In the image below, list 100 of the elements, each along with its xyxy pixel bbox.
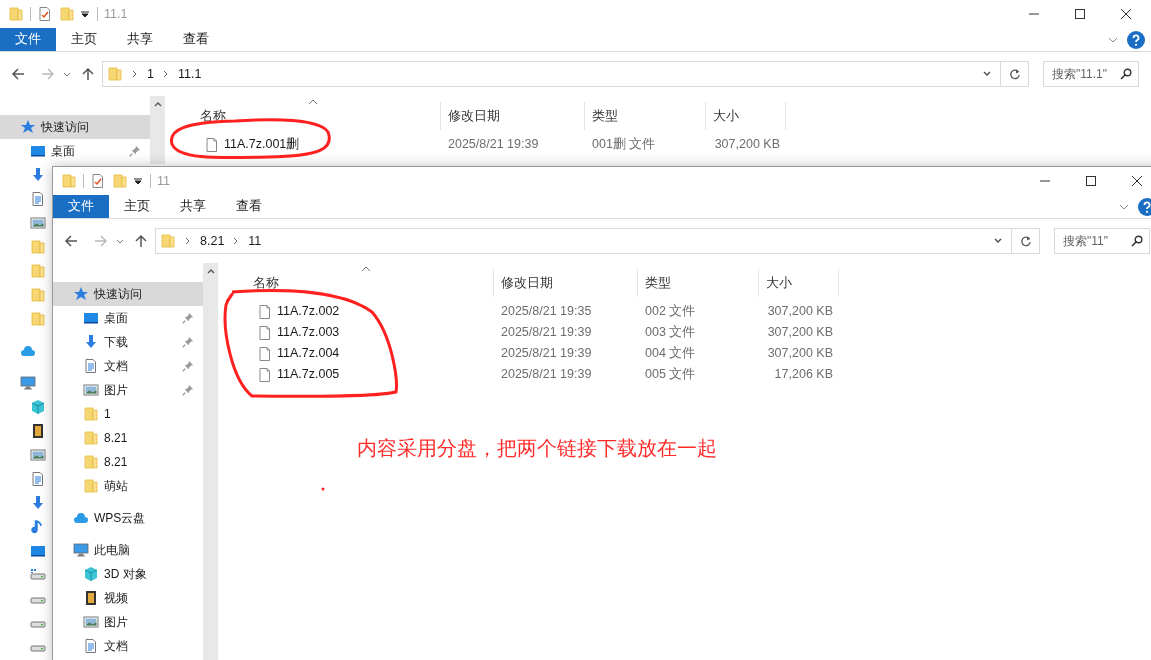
breadcrumb[interactable]: 11 <box>248 231 262 251</box>
refresh-icon <box>1019 235 1032 247</box>
sidebar-item[interactable]: 文档 <box>53 354 203 378</box>
refresh-button[interactable] <box>1012 228 1040 254</box>
help-icon[interactable] <box>1127 30 1145 49</box>
desktop-icon <box>30 543 46 559</box>
modified-date: 2025/8/21 19:35 <box>500 303 593 321</box>
document-icon <box>30 191 46 207</box>
file-icon <box>257 303 273 320</box>
desktop-icon <box>30 143 46 159</box>
modified-date: 2025/8/21 19:39 <box>500 366 593 384</box>
address-bar[interactable]: 8.21 11 <box>155 228 1012 254</box>
help-icon[interactable] <box>1138 197 1151 216</box>
film-icon <box>83 590 99 606</box>
scrollbar[interactable] <box>150 96 165 164</box>
sidebar-item[interactable]: 文档 <box>53 634 203 658</box>
sidebar-item[interactable]: 此电脑 <box>53 538 203 562</box>
file-name[interactable]: 11A.7z.005 <box>233 365 494 384</box>
folder-icon <box>83 430 99 446</box>
column-header[interactable]: 类型 <box>585 102 706 130</box>
file-size: 307,200 KB <box>766 345 834 363</box>
ribbon-tab[interactable]: 共享 <box>112 28 168 51</box>
monitor-icon <box>73 542 89 558</box>
close-icon <box>1132 176 1142 186</box>
sidebar-item[interactable]: 1 <box>53 402 203 426</box>
search-icon <box>1131 235 1143 247</box>
folder-icon <box>112 173 128 189</box>
sort-caret-icon[interactable] <box>361 266 371 272</box>
address-bar[interactable]: 1 11.1 <box>102 61 1001 87</box>
folder-icon <box>59 6 75 22</box>
file-name[interactable]: 11A.7z.001删 <box>180 135 441 154</box>
sidebar-item[interactable]: WPS云盘 <box>53 506 203 530</box>
chevron-icon <box>131 70 139 78</box>
folder-icon <box>30 311 46 327</box>
sidebar-item[interactable]: 视频 <box>53 586 203 610</box>
sidebar-item[interactable]: 8.21 <box>53 450 203 474</box>
sidebar-item[interactable]: 图片 <box>53 378 203 402</box>
close-icon <box>1121 9 1131 19</box>
sidebar-item[interactable]: 图片 <box>53 610 203 634</box>
column-header[interactable]: 名称 <box>180 102 441 130</box>
column-header[interactable]: 大小 <box>706 102 786 130</box>
drive-icon <box>30 567 46 583</box>
ribbon-tab[interactable]: 主页 <box>109 195 165 218</box>
sidebar-item[interactable]: 快速访问 <box>53 282 203 306</box>
picture-icon <box>83 382 99 398</box>
ribbon-tab[interactable]: 查看 <box>221 195 277 218</box>
window-title: 11.1 <box>104 5 128 23</box>
file-name[interactable]: 11A.7z.002 <box>233 302 494 321</box>
back-arrow-icon[interactable] <box>10 66 26 82</box>
down-arrow-icon <box>30 167 46 183</box>
sidebar-item[interactable]: 3D 对象 <box>53 562 203 586</box>
document-icon <box>83 358 99 374</box>
cloud-icon <box>20 343 36 359</box>
column-header[interactable]: 名称 <box>233 269 494 297</box>
search-field[interactable]: 搜索"11" <box>1054 228 1150 254</box>
breadcrumb[interactable]: 8.21 <box>200 231 225 251</box>
breadcrumb[interactable]: 1 <box>147 64 154 84</box>
scroll-up-icon <box>153 100 162 108</box>
desktop-icon <box>83 310 99 326</box>
up-arrow-icon[interactable] <box>133 233 149 249</box>
folder-icon <box>30 239 46 255</box>
properties-icon <box>90 173 106 189</box>
sidebar-item[interactable]: 8.21 <box>53 426 203 450</box>
dropdown-icon[interactable] <box>79 8 91 20</box>
column-header[interactable]: 类型 <box>638 269 759 297</box>
search-icon <box>1120 68 1132 80</box>
refresh-button[interactable] <box>1001 61 1029 87</box>
column-header[interactable]: 大小 <box>759 269 839 297</box>
star-icon <box>20 119 36 135</box>
breadcrumb[interactable]: 11.1 <box>177 64 202 84</box>
chevron-icon <box>184 237 192 245</box>
ribbon-tab[interactable]: 查看 <box>168 28 224 51</box>
sort-caret-icon[interactable] <box>308 99 318 105</box>
ribbon-tab[interactable]: 文件 <box>0 28 56 51</box>
film-icon <box>30 423 46 439</box>
back-arrow-icon[interactable] <box>63 233 79 249</box>
sidebar-item[interactable]: 桌面 <box>0 139 150 163</box>
sidebar-item[interactable]: 下载 <box>53 330 203 354</box>
document-icon <box>83 638 99 654</box>
dropdown-icon[interactable] <box>132 175 144 187</box>
sidebar-item[interactable]: 快速访问 <box>0 115 150 139</box>
sidebar-item[interactable]: 萌站 <box>53 474 203 498</box>
search-field[interactable]: 搜索"11.1" <box>1043 61 1139 87</box>
ribbon-tab[interactable]: 共享 <box>165 195 221 218</box>
ribbon-tab[interactable]: 文件 <box>53 195 109 218</box>
column-header[interactable]: 修改日期 <box>494 269 638 297</box>
column-header[interactable]: 修改日期 <box>441 102 585 130</box>
picture-icon <box>30 447 46 463</box>
ribbon-tab[interactable]: 主页 <box>56 28 112 51</box>
up-arrow-icon[interactable] <box>80 66 96 82</box>
sidebar-item[interactable]: 桌面 <box>53 306 203 330</box>
file-type: 001删 文件 <box>591 136 657 154</box>
down-arrow-icon <box>83 334 99 350</box>
scrollbar[interactable] <box>203 263 218 660</box>
folder-icon <box>107 66 123 82</box>
picture-icon <box>30 215 46 231</box>
window-title: 11 <box>157 172 170 190</box>
file-name[interactable]: 11A.7z.004 <box>233 344 494 363</box>
file-name[interactable]: 11A.7z.003 <box>233 323 494 342</box>
picture-icon <box>83 614 99 630</box>
